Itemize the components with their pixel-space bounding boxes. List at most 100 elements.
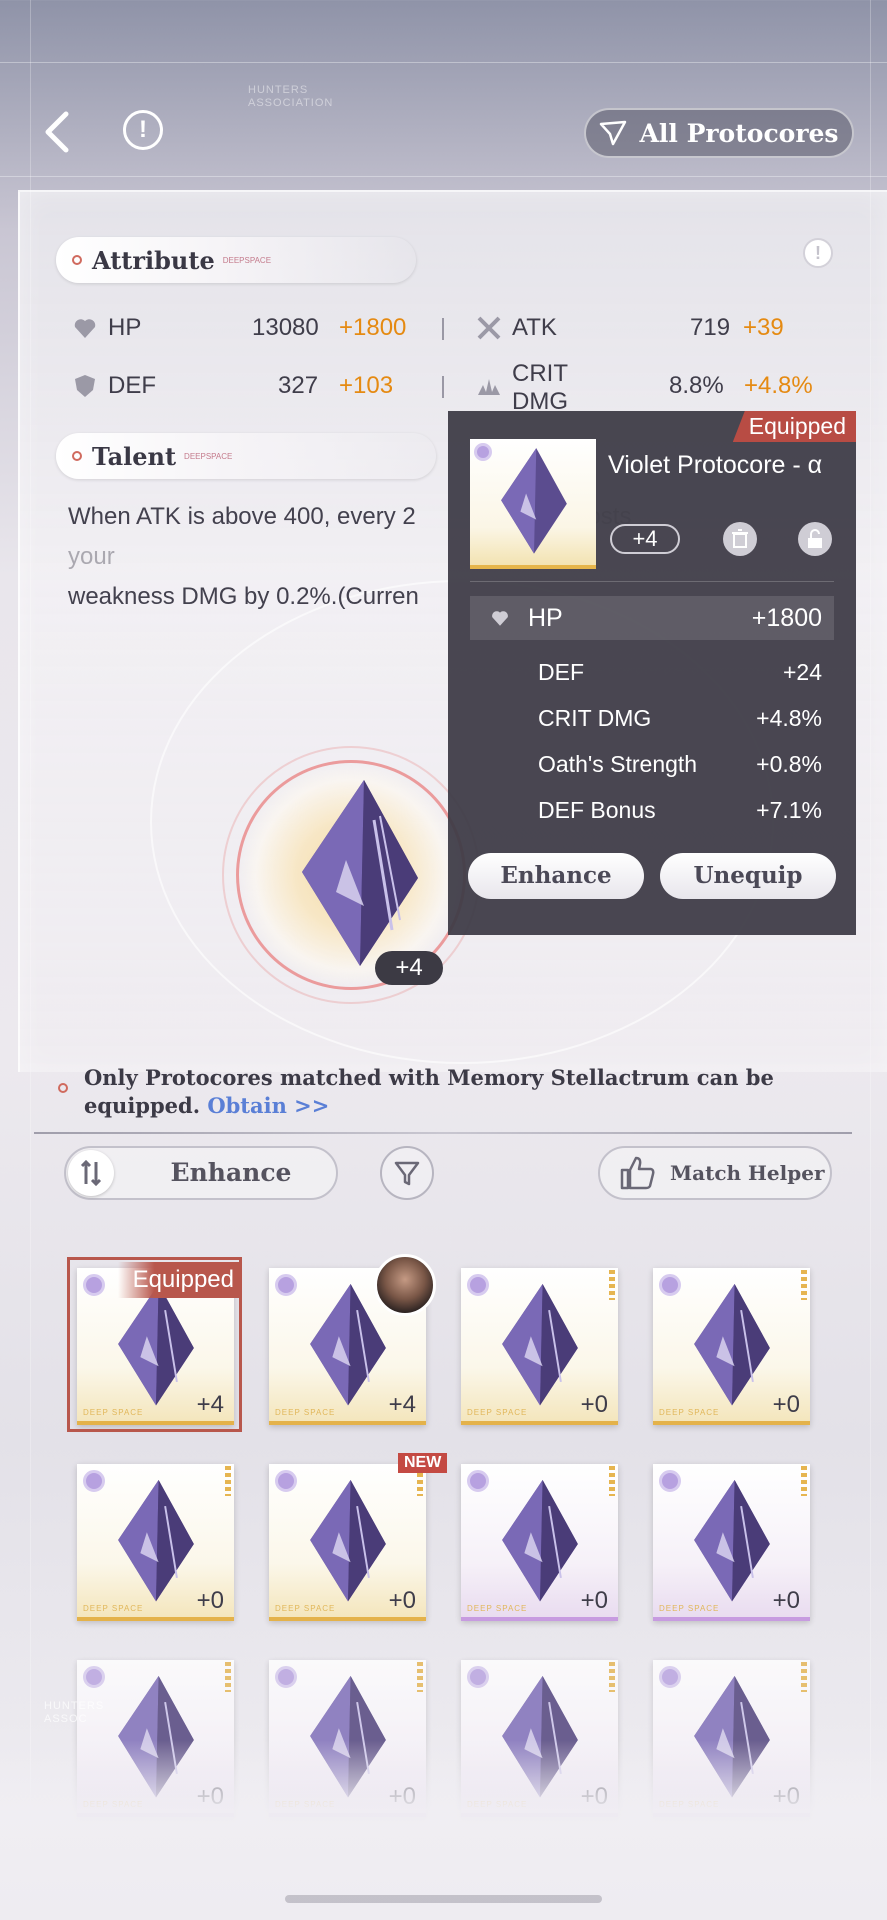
core-type-icon — [83, 1470, 105, 1492]
sort-icon — [68, 1150, 114, 1196]
protocore-card-level: +0 — [580, 1587, 608, 1614]
core-type-icon — [275, 1666, 297, 1688]
stat-hp-name: HP — [108, 314, 142, 341]
all-protocores-button[interactable]: All Protocores — [584, 108, 854, 158]
protocore-card[interactable]: DEEP SPACE +0 — [77, 1464, 234, 1621]
stat-crit-base: 8.8% — [669, 372, 724, 399]
enhance-toggle-button[interactable]: Enhance — [64, 1146, 338, 1200]
popup-sub-stat: DEF +24 — [470, 651, 834, 693]
hunters-association-watermark: HUNTERS ASSOCIATION — [248, 84, 334, 109]
protocore-card[interactable]: DEEP SPACE +0 — [653, 1268, 810, 1425]
protocore-detail-popup: Equipped Violet Protocore - α +4 HP +180… — [448, 411, 856, 935]
popup-unequip-button[interactable]: Unequip — [660, 853, 836, 899]
deep-space-label: DEEP SPACE — [659, 1604, 720, 1613]
obtain-link[interactable]: Obtain >> — [207, 1093, 329, 1118]
rarity-stripe — [225, 1662, 231, 1692]
attribute-title: Attribute — [92, 245, 215, 275]
core-type-icon — [275, 1274, 297, 1296]
popup-sub-stat: Oath's Strength +0.8% — [470, 743, 834, 785]
rarity-stripe — [609, 1270, 615, 1300]
popup-sub-stat-value: +24 — [782, 658, 822, 685]
core-type-icon — [275, 1470, 297, 1492]
section-dot-icon — [72, 255, 82, 265]
section-divider — [34, 1132, 852, 1134]
talent-line-1: When ATK is above 400, every 2 — [68, 503, 416, 530]
protocore-crystal-icon — [502, 1284, 578, 1406]
rarity-stripe — [801, 1662, 807, 1692]
deep-space-label: DEEP SPACE — [275, 1604, 336, 1613]
popup-sub-stat: CRIT DMG +4.8% — [470, 697, 834, 739]
deep-space-label: DEEP SPACE — [467, 1408, 528, 1417]
attribute-info-icon[interactable]: ! — [803, 238, 833, 268]
unlock-icon[interactable] — [798, 522, 832, 556]
crit-burst-icon — [478, 379, 500, 395]
popup-main-stat-name: HP — [528, 603, 563, 632]
attribute-header: Attribute DEEPSPACE — [56, 237, 416, 283]
popup-enhance-button[interactable]: Enhance — [468, 853, 644, 899]
back-arrow-icon — [45, 111, 69, 153]
stat-separator — [442, 376, 444, 398]
deep-space-label: DEEP SPACE — [467, 1604, 528, 1613]
protocore-crystal-icon — [118, 1480, 194, 1602]
core-type-icon — [659, 1666, 681, 1688]
character-avatar — [374, 1254, 436, 1316]
protocore-card[interactable]: DEEP SPACE +0 — [653, 1464, 810, 1621]
shield-icon — [75, 375, 95, 397]
deep-space-label: DEEP SPACE — [83, 1604, 144, 1613]
protocore-card-level: +0 — [388, 1587, 416, 1614]
new-badge: NEW — [398, 1453, 448, 1473]
protocore-card-level: +0 — [580, 1391, 608, 1418]
popup-core-thumbnail — [470, 439, 596, 569]
protocore-crystal-icon — [502, 1480, 578, 1602]
popup-sub-stat-name: DEF — [538, 658, 584, 685]
hunters-association-watermark: HUNTERS ASSOC — [44, 1700, 105, 1725]
heart-icon — [492, 611, 508, 626]
info-icon[interactable]: ! — [123, 110, 163, 150]
bottom-fade-overlay — [0, 1740, 887, 1920]
notice-text: Only Protocores matched with Memory Stel… — [84, 1065, 774, 1118]
popup-core-level: +4 — [610, 524, 680, 554]
popup-equipped-tag: Equipped — [732, 411, 856, 442]
popup-sub-stat-name: Oath's Strength — [538, 750, 698, 777]
rarity-stripe — [609, 1662, 615, 1692]
protocore-card[interactable]: DEEP SPACE +0 — [461, 1464, 618, 1621]
notice-dot-icon — [58, 1083, 68, 1093]
core-type-icon — [83, 1666, 105, 1688]
back-button[interactable] — [40, 110, 80, 154]
protocore-card-level: +0 — [772, 1391, 800, 1418]
stat-def-base: 327 — [278, 372, 319, 399]
stat-def-name: DEF — [108, 372, 156, 399]
popup-divider — [470, 581, 834, 582]
heart-icon — [74, 319, 96, 338]
send-arrow-icon — [600, 120, 627, 146]
thumbs-up-icon — [620, 1156, 655, 1190]
protocore-crystal-icon — [694, 1480, 770, 1602]
rarity-stripe — [225, 1466, 231, 1496]
stat-atk-bonus: +39 — [743, 314, 784, 341]
stat-crit-bonus: +4.8% — [744, 372, 813, 399]
home-indicator[interactable] — [285, 1895, 602, 1903]
core-type-icon — [659, 1470, 681, 1492]
core-type-icon — [474, 443, 492, 461]
stat-atk: ATK — [476, 314, 557, 342]
popup-core-name: Violet Protocore - α — [608, 451, 823, 479]
filter-button[interactable] — [380, 1146, 434, 1200]
rarity-stripe — [609, 1466, 615, 1496]
protocore-card-level: +0 — [196, 1587, 224, 1614]
rarity-stripe — [801, 1466, 807, 1496]
match-helper-button[interactable]: Match Helper — [598, 1146, 832, 1200]
protocore-card[interactable]: DEEP SPACE +0 — [269, 1464, 426, 1621]
popup-main-stat: HP +1800 — [470, 596, 834, 640]
stat-hp: HP — [72, 314, 141, 342]
stat-atk-base: 719 — [690, 314, 731, 341]
equipped-core-level: +4 — [375, 951, 443, 985]
trash-icon[interactable] — [723, 522, 757, 556]
protocore-crystal-icon — [694, 1284, 770, 1406]
stat-separator — [442, 318, 444, 340]
popup-sub-stat-value: +7.1% — [756, 796, 822, 823]
protocore-crystal-icon — [302, 780, 418, 966]
core-type-icon — [467, 1274, 489, 1296]
protocore-card[interactable]: DEEP SPACE +0 — [461, 1268, 618, 1425]
popup-main-stat-value: +1800 — [751, 603, 822, 632]
crossed-swords-icon — [477, 316, 501, 340]
